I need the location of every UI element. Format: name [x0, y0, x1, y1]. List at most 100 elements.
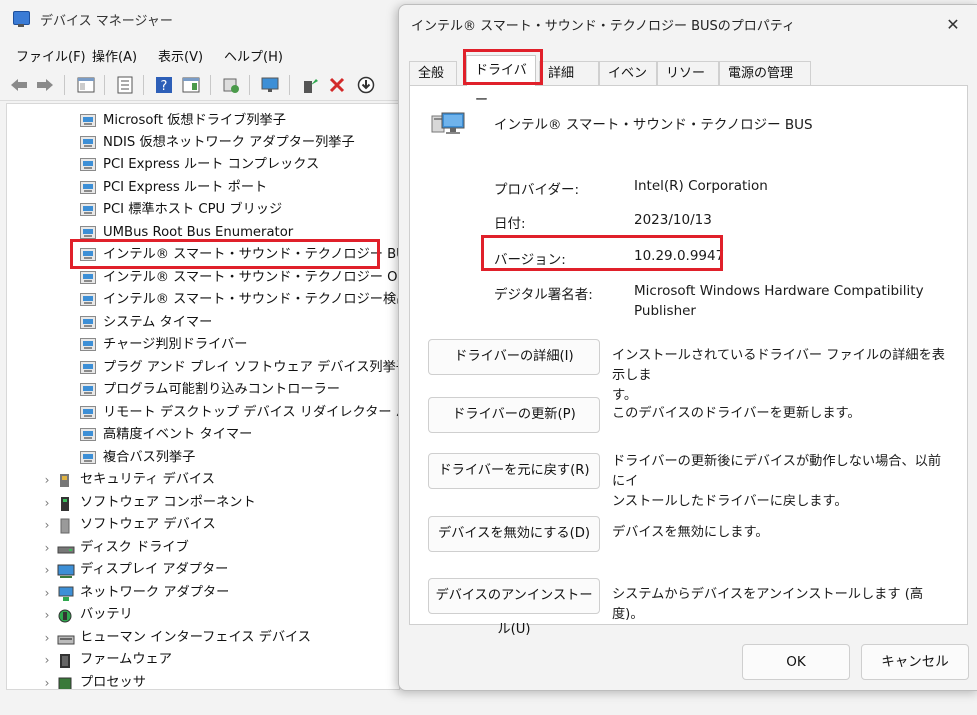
- system-device-icon: [80, 383, 96, 396]
- tab-details[interactable]: 詳細: [539, 61, 599, 85]
- security-device-icon: [57, 473, 73, 487]
- update-driver-icon[interactable]: [299, 74, 321, 96]
- system-device-icon: [80, 158, 96, 171]
- system-device-icon: [80, 114, 96, 127]
- system-device-icon: [80, 136, 96, 149]
- ok-button[interactable]: OK: [742, 644, 850, 680]
- tab-resources[interactable]: リソース: [657, 61, 719, 105]
- version-label: バージョン:: [494, 252, 566, 268]
- provider-label: プロバイダー:: [494, 182, 580, 198]
- action-view-icon[interactable]: [180, 74, 202, 96]
- system-device-icon: [80, 271, 96, 284]
- device-icon: [430, 109, 466, 137]
- disk-drive-icon: [57, 541, 75, 554]
- toolbar-separator: [249, 75, 250, 95]
- toolbar-separator: [210, 75, 211, 95]
- list-view-icon[interactable]: [114, 74, 136, 96]
- desc-line: す。: [612, 388, 638, 403]
- toolbar: ?: [0, 70, 398, 101]
- properties-pane-icon[interactable]: [75, 74, 97, 96]
- network-adapter-icon: [57, 586, 74, 601]
- status-bar: [0, 690, 398, 715]
- scan-icon[interactable]: [220, 74, 242, 96]
- driver-details-button[interactable]: ドライバーの詳細(I): [428, 339, 600, 375]
- system-device-icon: [80, 316, 96, 329]
- system-device-icon: [80, 293, 96, 306]
- forward-icon[interactable]: [34, 74, 56, 96]
- tab-events[interactable]: イベント: [599, 61, 657, 105]
- back-icon[interactable]: [8, 74, 30, 96]
- signer-label: デジタル署名者:: [494, 287, 593, 303]
- system-device-icon: [80, 226, 96, 239]
- expand-chevron-icon[interactable]: ›: [41, 469, 53, 491]
- expand-chevron-icon[interactable]: ›: [41, 559, 53, 581]
- system-device-icon: [80, 451, 96, 464]
- rollback-driver-desc: ドライバーの更新後にデバイスが動作しない場合、以前にイ ンストールしたドライバー…: [612, 452, 952, 512]
- signer-value-line2: Publisher: [634, 303, 696, 319]
- toolbar-separator: [104, 75, 105, 95]
- desc-line: システムからデバイスをアンインストールします (高度)。: [612, 587, 924, 622]
- update-driver-button[interactable]: ドライバーの更新(P): [428, 397, 600, 433]
- hid-icon: [57, 631, 75, 645]
- disable-device-desc: デバイスを無効にします。: [612, 523, 952, 543]
- update-driver-desc: このデバイスのドライバーを更新します。: [612, 404, 952, 424]
- driver-details-desc: インストールされているドライバー ファイルの詳細を表示しま す。: [612, 346, 952, 406]
- tab-power-management[interactable]: 電源の管理: [719, 61, 811, 85]
- desc-line: ンストールしたドライバーに戻します。: [612, 494, 848, 509]
- software-device-icon: [57, 518, 73, 534]
- menu-action[interactable]: 操作(A): [92, 46, 137, 65]
- processor-icon: [57, 676, 73, 689]
- expand-chevron-icon[interactable]: ›: [41, 627, 53, 649]
- system-device-icon: [80, 248, 96, 261]
- uninstall-device-button[interactable]: デバイスのアンインストール(U): [428, 578, 600, 637]
- expand-chevron-icon[interactable]: ›: [41, 672, 53, 689]
- help-icon[interactable]: ?: [153, 74, 175, 96]
- tab-general[interactable]: 全般: [409, 61, 457, 85]
- device-manager-title: デバイス マネージャー: [40, 14, 173, 29]
- expand-chevron-icon[interactable]: ›: [41, 537, 53, 559]
- device-name: インテル® スマート・サウンド・テクノロジー BUS: [494, 117, 813, 133]
- cancel-button[interactable]: キャンセル: [861, 644, 969, 680]
- software-component-icon: [57, 496, 73, 511]
- date-value: 2023/10/13: [634, 212, 712, 228]
- expand-chevron-icon[interactable]: ›: [41, 582, 53, 604]
- expand-chevron-icon[interactable]: ›: [41, 649, 53, 671]
- driver-tab-panel: インテル® スマート・サウンド・テクノロジー BUS プロバイダー: Intel…: [409, 85, 968, 637]
- menu-file[interactable]: ファイル(F): [16, 46, 86, 65]
- battery-icon: [57, 608, 73, 623]
- uninstall-icon[interactable]: [326, 74, 348, 96]
- monitor-icon[interactable]: [259, 74, 281, 96]
- expand-chevron-icon[interactable]: ›: [41, 514, 53, 536]
- properties-dialog: インテル® スマート・サウンド・テクノロジー BUSのプロパティ ✕ 全般 ドラ…: [398, 4, 977, 691]
- menu-help[interactable]: ヘルプ(H): [224, 46, 283, 65]
- uninstall-device-desc: システムからデバイスをアンインストールします (高度)。: [612, 585, 952, 625]
- rollback-driver-button[interactable]: ドライバーを元に戻す(R): [428, 453, 600, 489]
- system-device-icon: [80, 406, 96, 419]
- dialog-title: インテル® スマート・サウンド・テクノロジー BUSのプロパティ: [411, 19, 796, 34]
- display-adapter-icon: [57, 563, 75, 578]
- device-tree: Microsoft 仮想ドライブ列挙子 NDIS 仮想ネットワーク アダプター列…: [6, 103, 400, 690]
- system-device-icon: [80, 181, 96, 194]
- svg-text:?: ?: [161, 79, 168, 94]
- desc-line: ドライバーの更新後にデバイスが動作しない場合、以前にイ: [612, 454, 942, 489]
- expand-chevron-icon[interactable]: ›: [41, 492, 53, 514]
- menu-bar: ファイル(F) 操作(A) 表示(V) ヘルプ(H): [0, 42, 398, 68]
- device-manager-icon: [13, 11, 30, 27]
- menu-view[interactable]: 表示(V): [158, 46, 203, 65]
- tab-strip: 全般 ドライバー 詳細 イベント リソース 電源の管理: [409, 55, 969, 108]
- toolbar-separator: [289, 75, 290, 95]
- tab-driver[interactable]: ドライバー: [466, 55, 536, 108]
- expand-chevron-icon[interactable]: ›: [41, 604, 53, 626]
- signer-value-line1: Microsoft Windows Hardware Compatibility: [634, 283, 924, 299]
- date-label: 日付:: [494, 216, 526, 232]
- close-icon[interactable]: ✕: [939, 13, 967, 37]
- desc-line: インストールされているドライバー ファイルの詳細を表示しま: [612, 348, 945, 383]
- system-device-icon: [80, 428, 96, 441]
- system-device-icon: [80, 203, 96, 216]
- desc-line: デバイスを無効にします。: [612, 525, 769, 540]
- toolbar-separator: [143, 75, 144, 95]
- desc-line: このデバイスのドライバーを更新します。: [612, 406, 861, 421]
- download-icon[interactable]: [355, 74, 377, 96]
- disable-device-button[interactable]: デバイスを無効にする(D): [428, 516, 600, 552]
- version-value: 10.29.0.9947: [634, 248, 725, 264]
